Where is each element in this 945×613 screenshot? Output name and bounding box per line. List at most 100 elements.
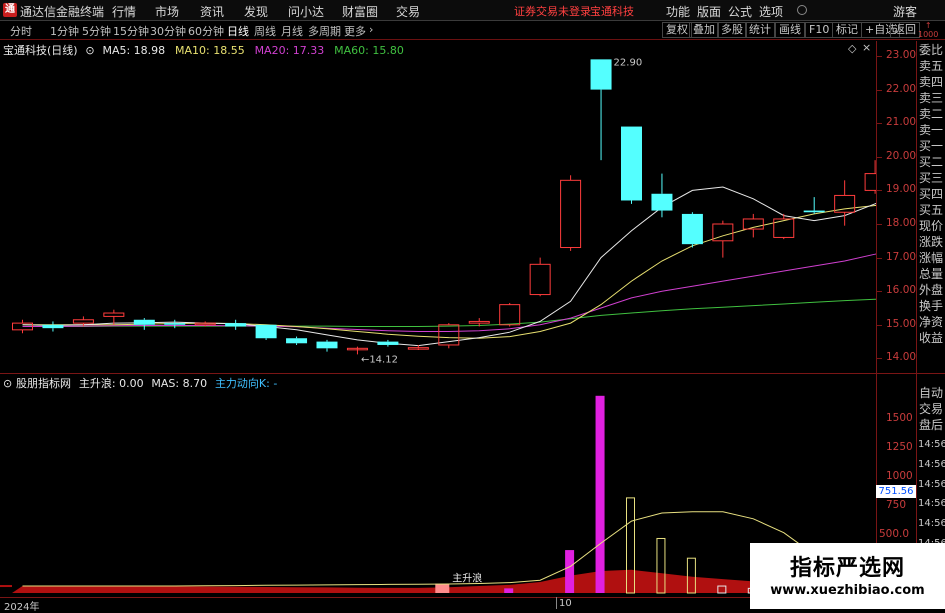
- diamond-icon[interactable]: ◇: [848, 42, 856, 55]
- menu-jiaoyi[interactable]: 交易: [396, 3, 420, 20]
- side-panel-divider: [916, 41, 917, 598]
- trade-label[interactable]: 交易: [919, 401, 945, 417]
- candle-body: [103, 312, 125, 317]
- zhushenglang-annotation: 主升浪: [452, 572, 482, 585]
- period-more[interactable]: 更多: [344, 23, 366, 39]
- menu-zixun[interactable]: 资讯: [200, 3, 224, 20]
- user-label[interactable]: 游客: [893, 3, 917, 20]
- price-tick-label: 17.00: [886, 250, 917, 263]
- tick-time-label: 14:56: [918, 518, 945, 530]
- candle-body: [225, 323, 247, 327]
- candle-body: [529, 263, 551, 296]
- candle-body: [499, 304, 521, 326]
- menu-shichang[interactable]: 市场: [155, 3, 179, 20]
- price-tick-label: 23.00: [886, 49, 917, 61]
- candle-body: [194, 322, 216, 326]
- app-logo-icon: 通: [3, 3, 17, 17]
- menu-hangqing[interactable]: 行情: [112, 3, 136, 20]
- indicator-bar: [565, 550, 575, 593]
- period-15min[interactable]: 15分钟: [113, 23, 149, 39]
- period-month[interactable]: 月线: [281, 23, 303, 39]
- candle-body: [255, 324, 277, 339]
- price-tick-label: 19.00: [886, 183, 917, 196]
- price-tick-label: 22.00: [886, 82, 917, 95]
- candle-body: [621, 126, 642, 201]
- indicator-chart[interactable]: 主升浪: [0, 388, 876, 597]
- candle-body: [468, 320, 490, 324]
- candle-body: [681, 213, 703, 245]
- tick-time-label: 14:56: [918, 458, 945, 470]
- statistics-button[interactable]: 统计: [745, 22, 775, 38]
- period-60min[interactable]: 60分钟: [188, 23, 224, 39]
- price-tick-mark: [877, 291, 882, 293]
- price-tick-mark: [877, 89, 882, 91]
- period-week[interactable]: 周线: [254, 23, 276, 39]
- period-toolbar: 分时 1分钟 5分钟 15分钟 30分钟 60分钟 日线 周线 月线 多周期 更…: [0, 21, 945, 40]
- fuquan-button[interactable]: 复权: [662, 22, 692, 38]
- quote-field-label: 卖一: [919, 123, 944, 137]
- close-panel-icon[interactable]: ×: [862, 41, 871, 54]
- watermark-title: 指标严选网: [789, 556, 905, 581]
- back-button[interactable]: 返回: [890, 22, 920, 38]
- scale-indicator: ↑ 1000: [918, 21, 939, 39]
- period-day[interactable]: 日线: [227, 23, 249, 39]
- period-30min[interactable]: 30分钟: [150, 23, 186, 39]
- app-title: 通达信金融终端: [20, 5, 105, 19]
- overlay-button[interactable]: 叠加: [689, 22, 719, 38]
- menu-gongshi[interactable]: 公式: [728, 3, 752, 20]
- menu-gongneng[interactable]: 功能: [666, 3, 690, 20]
- chevron-right-icon[interactable]: ›: [369, 23, 373, 36]
- quote-field-label: 收益: [919, 331, 944, 345]
- after-hours-label[interactable]: 盘后: [919, 417, 945, 433]
- price-tick-label: 16.00: [886, 284, 917, 297]
- indicator-bar: [595, 395, 605, 593]
- trade-login-status[interactable]: 证券交易未登录: [514, 3, 591, 19]
- tick-time-label: 14:56: [918, 439, 945, 450]
- multi-stock-button[interactable]: 多股: [717, 22, 747, 38]
- menu-caifuquan[interactable]: 财富圈: [342, 3, 378, 20]
- indicator-tick-label: 1000: [886, 470, 913, 482]
- indicator-bar: [504, 588, 514, 593]
- menu-wenxiaoda[interactable]: 问小达: [288, 3, 324, 20]
- quote-field-label: 买一: [919, 139, 944, 153]
- menu-faxian[interactable]: 发现: [244, 3, 268, 20]
- price-tick-label: 14.00: [886, 351, 917, 364]
- period-fenshi[interactable]: 分时: [10, 23, 32, 39]
- auto-trade-label[interactable]: 自动: [919, 385, 945, 401]
- price-tick-mark: [877, 257, 882, 259]
- title-bar: 通 通达信金融终端 行情 市场 资讯 发现 问小达 财富圈 交易 证券交易未登录…: [0, 0, 945, 21]
- indicator-tick-label: 750: [886, 499, 907, 511]
- period-multi[interactable]: 多周期: [308, 23, 341, 39]
- side-panel-bottom: 自动 交易 盘后: [919, 385, 945, 433]
- candle-body: [560, 179, 582, 249]
- signal-marker: [435, 583, 450, 593]
- price-tick-mark: [877, 156, 882, 158]
- f10-button[interactable]: F10: [805, 22, 834, 38]
- price-tick-mark: [877, 358, 882, 360]
- menu-xuanxiang[interactable]: 选项: [759, 3, 783, 20]
- quote-field-label: 买三: [919, 171, 944, 185]
- price-axis: 23.00 22.00 21.00 20.00 19.00 18.00 17.00 16.00…: [877, 41, 916, 373]
- candle-body: [133, 319, 155, 325]
- quote-field-label: 外盘: [919, 283, 944, 297]
- user-icon[interactable]: [797, 5, 807, 15]
- price-tick-mark: [877, 324, 882, 326]
- quote-field-label: 委比: [919, 43, 944, 57]
- main-chart-header: 宝通科技(日线) ⊙ MA5: 18.98 MA10: 18.55 MA20: …: [3, 42, 404, 57]
- period-5min[interactable]: 5分钟: [82, 23, 111, 39]
- price-tick-label: 21.00: [886, 116, 917, 129]
- ma10-line: [22, 205, 876, 339]
- quote-field-label: 买四: [919, 187, 944, 201]
- price-chart[interactable]: 22.90 ←14.12: [0, 56, 876, 372]
- mark-button[interactable]: 标记: [832, 22, 862, 38]
- candle-body: [72, 319, 94, 324]
- menu-banmian[interactable]: 版面: [697, 3, 721, 20]
- period-1min[interactable]: 1分钟: [50, 23, 79, 39]
- quote-field-label: 现价: [919, 219, 944, 233]
- draw-line-button[interactable]: 画线: [775, 22, 805, 38]
- watermark: 指标严选网 www.xuezhibiao.com: [750, 543, 945, 609]
- current-stock-name: 宝通科技: [590, 5, 634, 18]
- low-price-label: ←14.12: [361, 354, 398, 365]
- price-tick-mark: [877, 224, 882, 225]
- quote-panel: 委比 卖五 卖四 卖三 卖二 卖一 买一 买二 买三 买四 买五 现价 涨跌 涨幅 总量 外盘 换手 净资 收益: [919, 42, 945, 346]
